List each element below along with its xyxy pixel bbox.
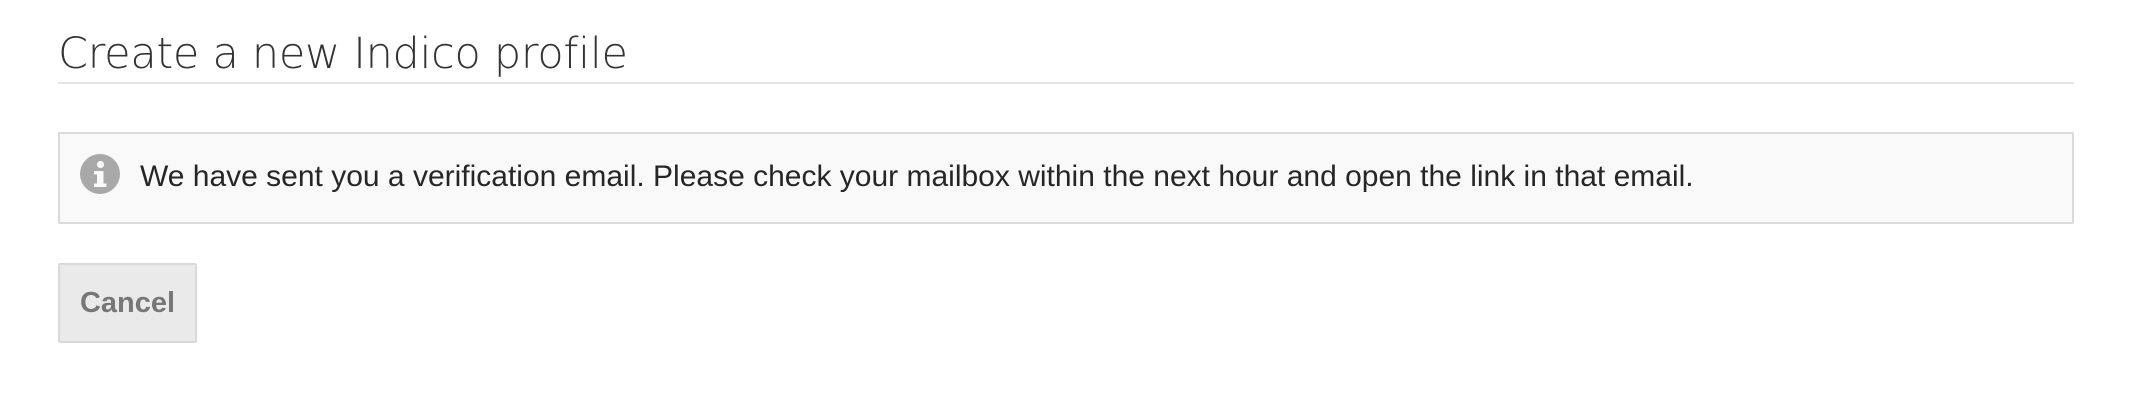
info-circle-icon	[80, 154, 120, 194]
page-title: Create a new Indico profile	[58, 29, 628, 79]
title-divider	[58, 82, 2074, 84]
page: Create a new Indico profile We have sent…	[0, 0, 2132, 420]
cancel-button[interactable]: Cancel	[58, 263, 197, 343]
info-message-box: We have sent you a verification email. P…	[58, 132, 2074, 224]
info-message-text: We have sent you a verification email. P…	[140, 160, 1694, 193]
